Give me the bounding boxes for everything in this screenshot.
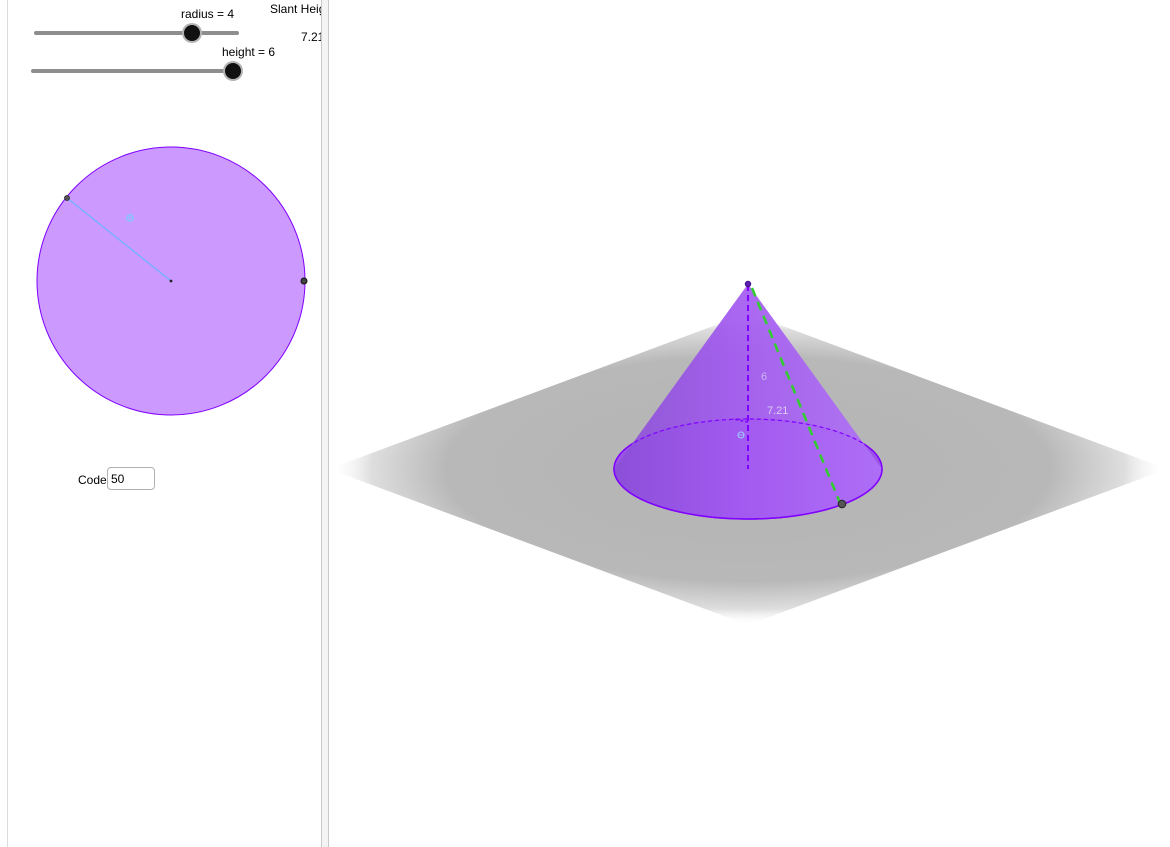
base-edge-point[interactable]	[837, 499, 847, 509]
circle-center-point[interactable]	[169, 279, 173, 283]
height-measure-label: 6	[761, 371, 767, 383]
graphics-view-2d: radius = 4 Slant Height 7.21 height = 6 …	[0, 0, 322, 847]
base-circle-drawing	[36, 146, 308, 416]
graphics-view-3d[interactable]: 6 7.21	[329, 0, 1170, 847]
cone-apex-point[interactable]	[744, 280, 752, 288]
code-input[interactable]	[107, 467, 155, 490]
slant-measure-label: 7.21	[767, 405, 788, 417]
radius-endpoint[interactable]	[64, 195, 70, 201]
left-border	[7, 0, 8, 847]
code-label: Code	[78, 473, 107, 487]
divider-edge-left	[321, 0, 322, 847]
circle-edge-point[interactable]	[300, 277, 308, 285]
applet-window: radius = 4 Slant Height 7.21 height = 6 …	[0, 0, 1170, 847]
